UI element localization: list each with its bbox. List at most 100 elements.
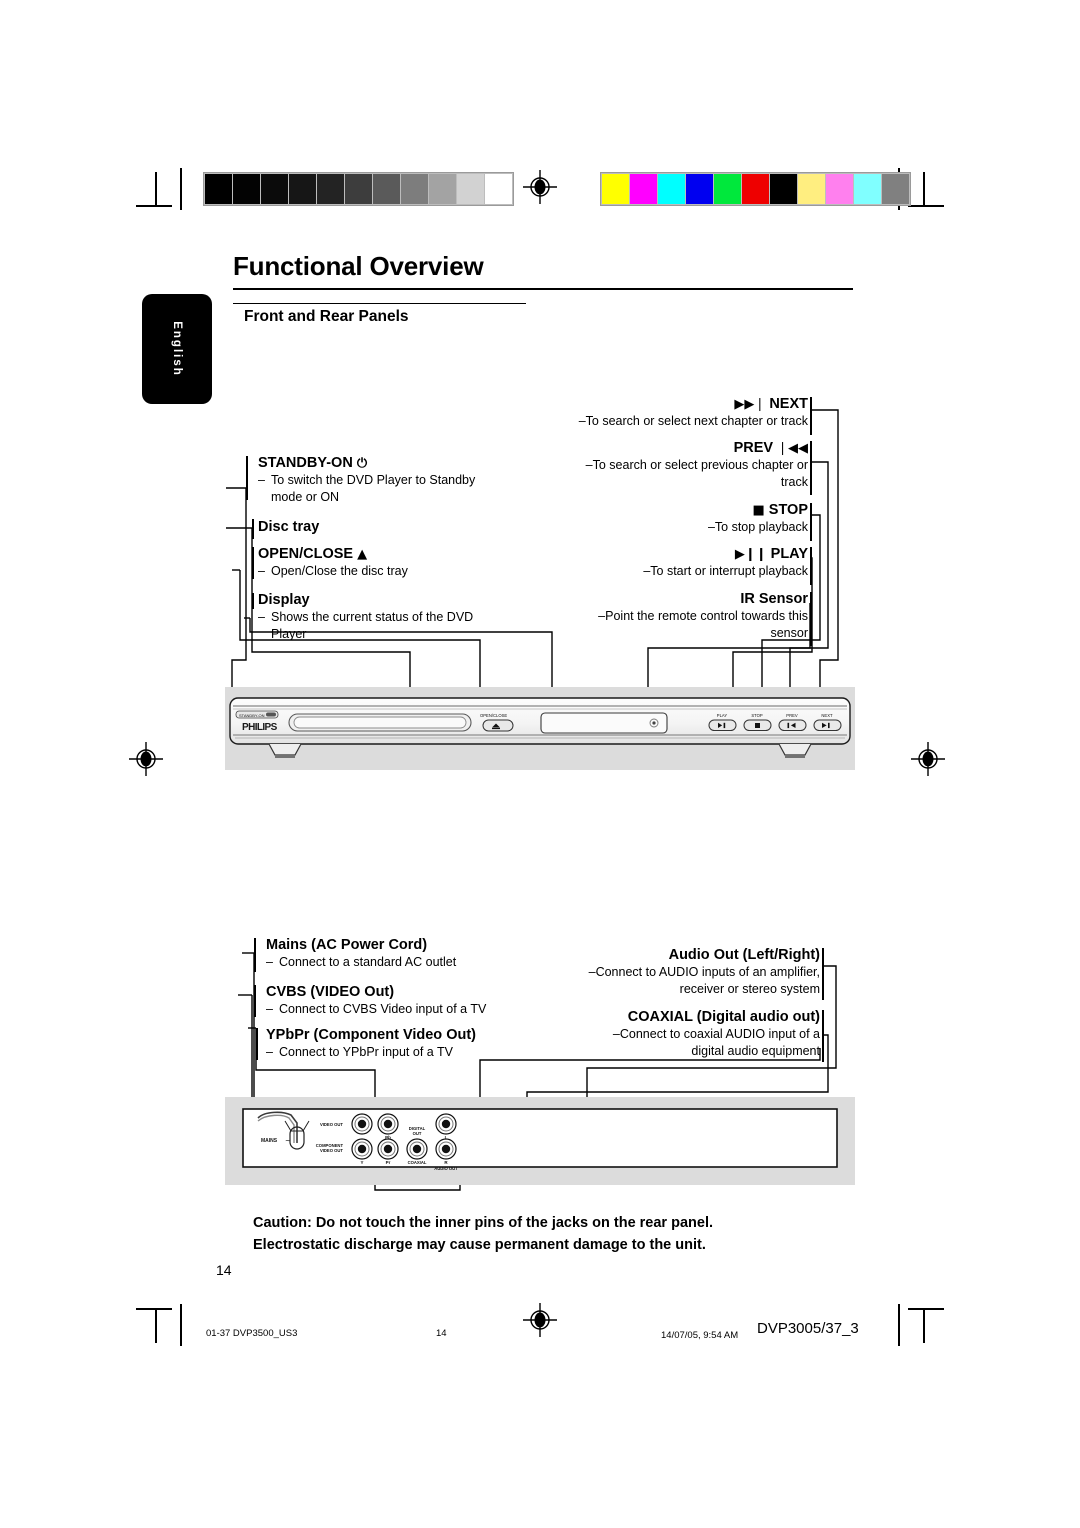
caution-line-1: Caution: Do not touch the inner pins of … <box>253 1215 714 1231</box>
svg-text:STANDBY-ON: STANDBY-ON <box>239 713 265 718</box>
callout-stop: ■ STOP –To stop playback <box>530 501 808 536</box>
svg-text:VIDEO OUT: VIDEO OUT <box>320 1148 343 1153</box>
color-swatch <box>742 174 769 204</box>
color-swatch <box>770 174 797 204</box>
grayscale-swatch <box>457 174 484 204</box>
footer-page-number: 14 <box>436 1328 447 1339</box>
registration-mark-top <box>523 170 557 204</box>
grayscale-swatch <box>205 174 232 204</box>
color-swatch <box>602 174 629 204</box>
svg-text:Pr: Pr <box>386 1160 391 1165</box>
svg-text:PHILIPS: PHILIPS <box>242 722 278 733</box>
registration-mark-left <box>129 742 163 776</box>
callout-next: ▶▶❘ NEXT –To search or select next chapt… <box>530 395 808 430</box>
callout-heading: PREV ❘◀◀ <box>733 440 808 456</box>
crop-mark-top-right-v <box>923 172 925 206</box>
svg-text:MAINS: MAINS <box>261 1138 278 1144</box>
callout-tick-disc-tray <box>252 519 254 539</box>
callout-tick-prev <box>810 441 812 495</box>
grayscale-swatch <box>233 174 260 204</box>
language-tab-label: English <box>171 321 183 377</box>
eject-icon: ▲ <box>357 547 368 562</box>
svg-text:PREV: PREV <box>786 713 798 718</box>
grayscale-swatch <box>429 174 456 204</box>
next-icon: ▶▶❘ <box>734 397 766 412</box>
callout-tick-play <box>810 547 812 585</box>
callout-tick-stop <box>810 503 812 541</box>
callout-audio-out: Audio Out (Left/Right) –Connect to AUDIO… <box>540 946 820 998</box>
callout-tick-coaxial <box>822 1010 824 1062</box>
crop-mark-top-right-h <box>908 205 944 207</box>
svg-text:OPEN/CLOSE: OPEN/CLOSE <box>480 713 507 718</box>
callout-body: –To start or interrupt playback <box>643 564 808 579</box>
callout-tick-open-close <box>252 547 254 579</box>
callout-coaxial: COAXIAL (Digital audio out) –Connect to … <box>540 1008 820 1060</box>
caution-note: Caution: Do not touch the inner pins of … <box>253 1213 873 1257</box>
crop-mark-bottom-right-h <box>908 1308 944 1310</box>
section-subtitle: Front and Rear Panels <box>244 308 409 325</box>
grayscale-swatch <box>289 174 316 204</box>
callout-body: – Connect to CVBS Video input of a TV <box>266 1002 487 1017</box>
svg-text:STOP: STOP <box>751 713 763 718</box>
callout-tick-ypbpr <box>256 1028 258 1060</box>
grayscale-swatch <box>261 174 288 204</box>
callout-mains: Mains (AC Power Cord) – Connect to a stan… <box>266 936 556 971</box>
color-swatch <box>854 174 881 204</box>
color-swatch <box>658 174 685 204</box>
callout-heading: Disc tray <box>258 519 320 535</box>
callout-tick-next <box>810 397 812 435</box>
callout-ypbpr: YPbPr (Component Video Out) – Connect to … <box>266 1026 566 1061</box>
crop-mark-top-left-h <box>136 205 172 207</box>
crop-mark-bottom-right-v <box>923 1309 925 1343</box>
callout-heading: STANDBY-ON ⏻ <box>258 455 368 471</box>
svg-text:VIDEO OUT: VIDEO OUT <box>320 1122 343 1127</box>
callout-display: Display – Shows the current status of the… <box>258 591 528 643</box>
callout-body: –Point the remote control towards this s… <box>598 609 808 640</box>
footer-rule-left <box>180 1304 182 1346</box>
subtitle-rule <box>233 303 526 304</box>
color-swatch <box>686 174 713 204</box>
callout-body: – To switch the DVD Player to Standby mod… <box>258 473 476 505</box>
front-panel-illustration: STANDBY-ON PHILIPS OPEN/CLOSE PLAY STOP … <box>229 697 851 758</box>
callout-heading: Display <box>258 592 310 608</box>
grayscale-calibration-bar <box>203 172 514 206</box>
registration-mark-bottom <box>523 1303 557 1337</box>
callout-tick-cvbs <box>254 985 256 1017</box>
footer-file-name: 01-37 DVP3500_US3 <box>206 1328 298 1339</box>
footer-model: DVP3005/37_3 <box>757 1320 859 1337</box>
callout-prev: PREV ❘◀◀ –To search or select previous c… <box>530 439 808 491</box>
registration-mark-right <box>911 742 945 776</box>
color-swatch <box>798 174 825 204</box>
svg-text:~: ~ <box>285 1137 291 1145</box>
color-calibration-bar <box>600 172 911 206</box>
crop-mark-top-left-bar <box>180 168 182 210</box>
svg-text:NEXT: NEXT <box>821 713 833 718</box>
callout-heading: ▶❙❙ PLAY <box>734 546 808 562</box>
svg-text:COAXIAL: COAXIAL <box>408 1160 427 1165</box>
callout-standby-on: STANDBY-ON ⏻ – To switch the DVD Player t… <box>258 454 528 506</box>
color-swatch <box>826 174 853 204</box>
callout-heading: ■ STOP <box>752 502 808 518</box>
callout-heading: Audio Out (Left/Right) <box>668 947 820 963</box>
callout-heading: COAXIAL (Digital audio out) <box>627 1009 820 1025</box>
callout-body: –To search or select next chapter or tra… <box>578 414 808 429</box>
rear-panel-illustration: MAINS ~ VIDEO OUT COMPONENT VIDEO OUT Y … <box>242 1108 838 1171</box>
grayscale-swatch <box>373 174 400 204</box>
callout-tick-display <box>252 593 254 609</box>
caution-line-2: Electrostatic discharge may cause perman… <box>253 1236 706 1253</box>
callout-heading: CVBS (VIDEO Out) <box>266 984 395 1000</box>
stop-icon: ■ <box>752 503 765 518</box>
crop-mark-bottom-right-bar <box>898 1304 900 1346</box>
page-title: Functional Overview <box>233 251 484 281</box>
callout-body: – Open/Close the disc tray <box>258 564 408 579</box>
crop-mark-bottom-left-h <box>136 1308 172 1310</box>
callout-heading: OPEN/CLOSE ▲ <box>258 546 368 562</box>
callout-tick-standby <box>246 456 248 500</box>
callout-play: ▶❙❙ PLAY –To start or interrupt playback <box>530 545 808 580</box>
callout-heading: Mains (AC Power Cord) <box>266 937 428 953</box>
color-swatch <box>882 174 909 204</box>
callout-disc-tray: Disc tray <box>258 518 528 536</box>
callout-body: –Connect to AUDIO inputs of an amplifier… <box>588 965 820 996</box>
crop-mark-bottom-left-v <box>155 1309 157 1343</box>
title-rule <box>233 288 853 290</box>
